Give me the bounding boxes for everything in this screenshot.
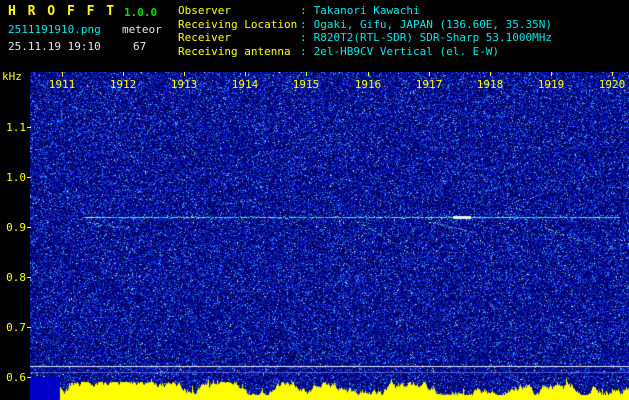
info-label: Receiver bbox=[178, 31, 231, 44]
y-tick-mark bbox=[27, 277, 31, 278]
y-tick-mark bbox=[27, 127, 31, 128]
timestamp: 25.11.19 19:10 bbox=[8, 40, 101, 53]
info-label: Receiving Location bbox=[178, 17, 298, 31]
x-tick-label: 1913 bbox=[170, 78, 198, 91]
info-value: Ogaki, Gifu, JAPAN (136.60E, 35.35N) bbox=[313, 17, 553, 31]
filename: 2511191910.png bbox=[8, 23, 101, 36]
info-row-location: Receiving Location : Ogaki, Gifu, JAPAN … bbox=[178, 18, 552, 32]
x-tick-label: 1914 bbox=[231, 78, 259, 91]
y-tick-label: 0.9 bbox=[6, 221, 26, 234]
mode-label: meteor bbox=[122, 23, 162, 36]
info-row-antenna: Receiving antenna : 2el-HB9CV Vertical (… bbox=[178, 45, 552, 59]
y-tick-label: 1.1 bbox=[6, 121, 26, 134]
y-tick-label: 1.0 bbox=[6, 171, 26, 184]
info-label: Observer bbox=[178, 4, 231, 17]
x-tick-label: 1920 bbox=[598, 78, 626, 91]
x-tick-label: 1912 bbox=[109, 78, 137, 91]
info-label: Receiving antenna bbox=[178, 44, 291, 58]
info-row-receiver: Receiver : R820T2(RTL-SDR) SDR-Sharp 53.… bbox=[178, 31, 552, 45]
hrofft-window: H R O F F T 1.0.0 2511191910.png meteor … bbox=[0, 0, 629, 400]
info-separator: : bbox=[300, 44, 307, 58]
x-tick-mark bbox=[551, 72, 552, 76]
info-value: Takanori Kawachi bbox=[313, 4, 420, 17]
x-tick-label: 1911 bbox=[48, 78, 76, 91]
x-tick-label: 1918 bbox=[476, 78, 504, 91]
info-value: 2el-HB9CV Vertical (el. E-W) bbox=[313, 44, 500, 58]
x-tick-label: 1919 bbox=[537, 78, 565, 91]
y-tick-mark bbox=[27, 327, 31, 328]
x-tick-mark bbox=[62, 72, 63, 76]
y-tick-mark bbox=[27, 177, 31, 178]
x-tick-mark bbox=[123, 72, 124, 76]
info-separator: : bbox=[300, 4, 307, 17]
x-tick-label: 1915 bbox=[292, 78, 320, 91]
y-tick-label: 0.7 bbox=[6, 321, 26, 334]
info-separator: : bbox=[300, 31, 307, 44]
x-tick-mark bbox=[306, 72, 307, 76]
y-axis-unit: kHz bbox=[2, 70, 22, 83]
x-tick-mark bbox=[245, 72, 246, 76]
x-tick-mark bbox=[429, 72, 430, 76]
app-version: 1.0.0 bbox=[124, 6, 158, 19]
y-tick-label: 0.8 bbox=[6, 271, 26, 284]
y-tick-mark bbox=[27, 377, 31, 378]
y-tick-mark bbox=[27, 227, 31, 228]
info-value: R820T2(RTL-SDR) SDR-Sharp 53.1000MHz bbox=[313, 31, 553, 44]
y-tick-label: 0.6 bbox=[6, 371, 26, 384]
info-row-observer: Observer : Takanori Kawachi bbox=[178, 4, 552, 18]
app-title: H R O F F T bbox=[8, 4, 117, 19]
spectrogram-canvas bbox=[30, 72, 629, 400]
info-separator: : bbox=[300, 17, 307, 31]
echo-count: 67 bbox=[133, 40, 147, 53]
x-tick-mark bbox=[490, 72, 491, 76]
x-tick-mark bbox=[368, 72, 369, 76]
x-tick-label: 1916 bbox=[354, 78, 382, 91]
x-tick-mark bbox=[612, 72, 613, 76]
x-tick-mark bbox=[184, 72, 185, 76]
station-info: Observer : Takanori Kawachi Receiving Lo… bbox=[178, 4, 552, 58]
x-tick-label: 1917 bbox=[415, 78, 443, 91]
